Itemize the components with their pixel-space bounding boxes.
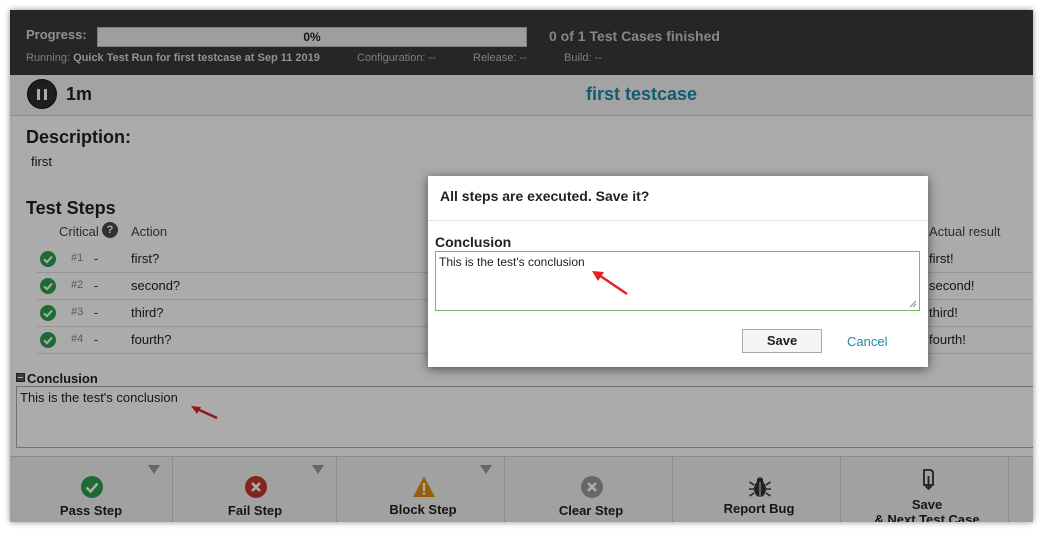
dialog-conclusion-text: This is the test's conclusion [439,255,585,269]
dialog-divider [428,220,928,221]
resize-handle-icon[interactable] [909,300,917,308]
annotation-arrow [592,271,628,296]
dialog-save-button[interactable]: Save [742,329,822,353]
dialog-cancel-button[interactable]: Cancel [847,334,887,349]
dialog-conclusion-label: Conclusion [435,234,512,250]
dialog-title: All steps are executed. Save it? [440,188,650,204]
test-runner-window: Progress: 0% 0 of 1 Test Cases finished … [10,10,1033,522]
dialog-conclusion-input[interactable]: This is the test's conclusion [435,251,920,311]
save-dialog: All steps are executed. Save it? Conclus… [428,176,928,367]
